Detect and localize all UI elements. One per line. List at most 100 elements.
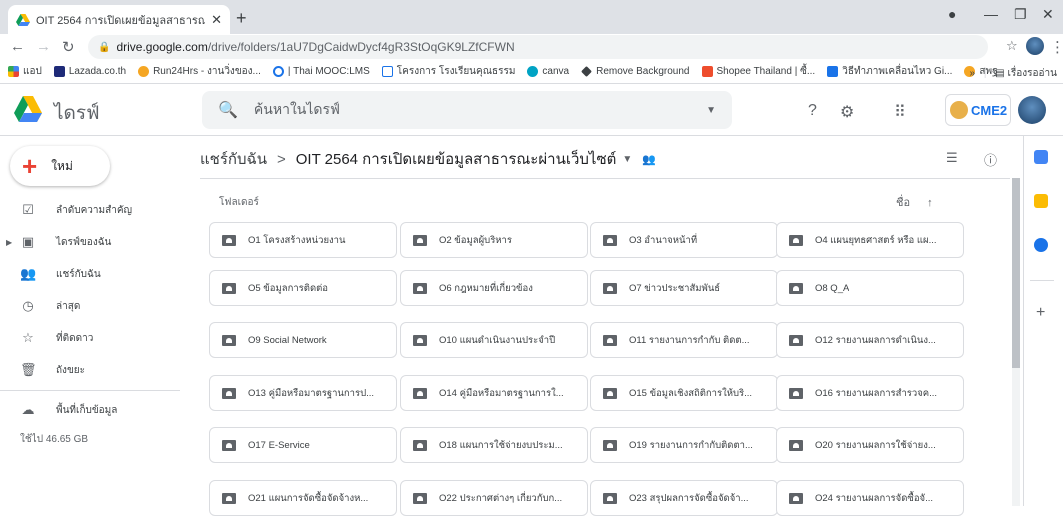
bookmarks-overflow-button[interactable]: » [970,68,976,79]
scrollbar-thumb[interactable] [1012,178,1020,368]
folder-name: O21 แผนการจัดซื้อจัดจ้างห... [248,492,369,504]
folder-item[interactable]: O15 ข้อมูลเชิงสถิติการให้บริ... [590,375,778,411]
bookmark-thaimooc[interactable]: | Thai MOOC:LMS [272,66,370,77]
profile-indicator-icon[interactable]: ● [948,6,956,22]
add-addon-icon[interactable]: + [1036,304,1045,322]
folder-item[interactable]: O9 Social Network [209,322,397,358]
back-icon[interactable]: ← [10,38,25,55]
breadcrumb: แชร์กับฉัน > OIT 2564 การเปิดเผยข้อมูลสา… [200,148,656,170]
sidebar-item-label: แชร์กับฉัน [56,268,101,280]
forward-icon[interactable]: → [36,38,51,55]
bookmark-canva[interactable]: canva [527,66,569,77]
folder-item[interactable]: O18 แผนการใช้จ่ายงบประม... [400,427,588,463]
folder-item[interactable]: O24 รายงานผลการจัดซื้อจั... [776,480,964,516]
sidebar-item-trash[interactable]: 🗑 ถังขยะ [20,360,85,380]
gif-howto-icon [827,66,839,77]
window-close-button[interactable]: ✕ [1042,6,1054,23]
bookmark-remove-bg[interactable]: Remove Background [581,66,690,77]
shared-folder-icon[interactable]: 👥 [642,153,656,166]
url-field[interactable]: 🔒 drive.google.com/drive/folders/1aU7DgC… [88,35,988,59]
folder-item[interactable]: O12 รายงานผลการดำเนินง... [776,322,964,358]
breadcrumb-current[interactable]: OIT 2564 การเปิดเผยข้อมูลสาธารณะผ่านเว็บ… [296,147,617,171]
shared-folder-icon [222,282,236,294]
sidebar-item-storage[interactable]: ☁ พื้นที่เก็บข้อมูล [20,400,118,420]
sort-control[interactable]: ชื่อ ↑ [896,193,933,211]
folder-item[interactable]: O19 รายงานการกำกับติดตา... [590,427,778,463]
sidebar-item-label: ล่าสุด [56,300,81,312]
reload-icon[interactable]: ↻ [62,38,75,56]
sidebar-item-recent[interactable]: ◷ ล่าสุด [20,296,80,316]
sort-direction-icon[interactable]: ↑ [927,197,933,209]
folder-item[interactable]: O14 คู่มือหรือมาตรฐานการใ... [400,375,588,411]
expand-arrow-icon[interactable]: ▶ [6,238,12,247]
tasks-icon[interactable] [1034,238,1048,252]
list-view-icon[interactable]: ☰ [946,150,958,166]
bookmark-moral-school[interactable]: โครงการ โรงเรียนคุณธรรม [381,64,515,79]
folder-item[interactable]: O6 กฎหมายที่เกี่ยวข้อง [400,270,588,306]
folder-item[interactable]: O11 รายงานการกำกับ ติดต... [590,322,778,358]
bookmark-apps[interactable]: แอป [8,64,42,79]
sidebar-item-starred[interactable]: ☆ ที่ติดดาว [20,328,93,348]
bookmark-run24hrs[interactable]: Run24Hrs - งานวิ่งของ... [138,64,261,79]
shared-folder-icon [789,439,803,451]
avatar[interactable] [1018,96,1046,124]
keep-icon[interactable] [1034,194,1048,208]
folder-item[interactable]: O2 ข้อมูลผู้บริหาร [400,222,588,258]
folder-item[interactable]: O21 แผนการจัดซื้อจัดจ้างห... [209,480,397,516]
info-icon[interactable]: ⓘ [984,150,997,169]
folder-dropdown-icon[interactable]: ▼ [622,154,632,165]
google-drive-logo-icon[interactable] [14,96,42,122]
bookmarks-right: » | ▤ เรื่องรออ่าน [970,66,1057,81]
sidebar-divider [0,390,180,391]
sidebar-item-my-drive[interactable]: ▶ ▣ ไดรฟ์ของฉัน [6,232,111,252]
folder-item[interactable]: O22 ประกาศต่างๆ เกี่ยวกับก... [400,480,588,516]
new-button[interactable]: + ใหม่ [10,146,110,186]
settings-gear-icon[interactable]: ⚙ [840,102,854,122]
folder-name: O11 รายงานการกำกับ ติดต... [629,334,750,346]
folder-item[interactable]: O8 Q_A [776,270,964,306]
restore-button[interactable]: ❐ [1014,6,1027,23]
help-icon[interactable]: ? [808,102,817,120]
apps-grid-icon[interactable]: ⠿ [894,102,906,122]
bookmark-gif-howto[interactable]: วิธีทำภาพเคลื่อนไหว Gi... [827,64,952,79]
folder-item[interactable]: O16 รายงานผลการสำรวจค... [776,375,964,411]
folder-item[interactable]: O10 แผนดำเนินงานประจำปี [400,322,588,358]
new-tab-button[interactable]: + [236,8,247,29]
drive-title: ไดรฟ์ [54,103,100,124]
folder-item[interactable]: O5 ข้อมูลการติดต่อ [209,270,397,306]
folder-item[interactable]: O7 ข่าวประชาสัมพันธ์ [590,270,778,306]
folder-item[interactable]: O4 แผนยุทธศาสตร์ หรือ แผ... [776,222,964,258]
folder-item[interactable]: O13 คู่มือหรือมาตรฐานการป... [209,375,397,411]
search-options-icon[interactable]: ▼ [706,105,716,116]
search-input[interactable]: 🔍 ค้นหาในไดรฟ์ ▼ [202,91,732,129]
canva-icon [527,66,539,77]
calendar-icon[interactable] [1034,150,1048,164]
tab-close-icon[interactable]: ✕ [211,12,222,28]
bookmark-star-icon[interactable]: ☆ [1006,38,1018,54]
bookmark-lazada[interactable]: Lazada.co.th [53,66,127,77]
folder-item[interactable]: O1 โครงสร้างหน่วยงาน [209,222,397,258]
folder-item[interactable]: O3 อำนาจหน้าที่ [590,222,778,258]
account-badge[interactable]: CME2 [945,94,1011,126]
browser-tab[interactable]: OIT 2564 การเปิดเผยข้อมูลสาธารณะ ✕ [8,5,230,34]
shared-folder-icon [603,334,617,346]
reading-list-button[interactable]: เรื่องรออ่าน [1007,68,1057,79]
bookmark-shopee[interactable]: Shopee Thailand | ซื้... [701,64,815,79]
folder-name: O19 รายงานการกำกับติดตา... [629,439,753,451]
folder-name: O23 สรุปผลการจัดซื้อจัดจ้า... [629,492,749,504]
breadcrumb-parent[interactable]: แชร์กับฉัน [200,147,267,171]
clock-icon: ◷ [22,298,34,313]
browser-profile-avatar[interactable] [1026,37,1044,55]
sidebar-item-priority[interactable]: ☑ ลำดับความสำคัญ [20,200,132,220]
folder-item[interactable]: O23 สรุปผลการจัดซื้อจัดจ้า... [590,480,778,516]
bookmark-label: Remove Background [596,66,690,77]
bookmarks-bar: แอป Lazada.co.th Run24Hrs - งานวิ่งของ..… [0,60,1063,84]
sidebar-item-shared[interactable]: 👥 แชร์กับฉัน [20,264,101,284]
address-bar-row: ← → ↻ 🔒 drive.google.com/drive/folders/1… [0,34,1063,60]
folder-item[interactable]: O17 E-Service [209,427,397,463]
search-icon[interactable]: 🔍 [218,100,238,120]
bookmark-label: Lazada.co.th [68,66,127,77]
minimize-button[interactable]: — [984,6,998,22]
browser-menu-icon[interactable]: ⋮ [1050,38,1063,56]
folder-item[interactable]: O20 รายงานผลการใช้จ่ายง... [776,427,964,463]
